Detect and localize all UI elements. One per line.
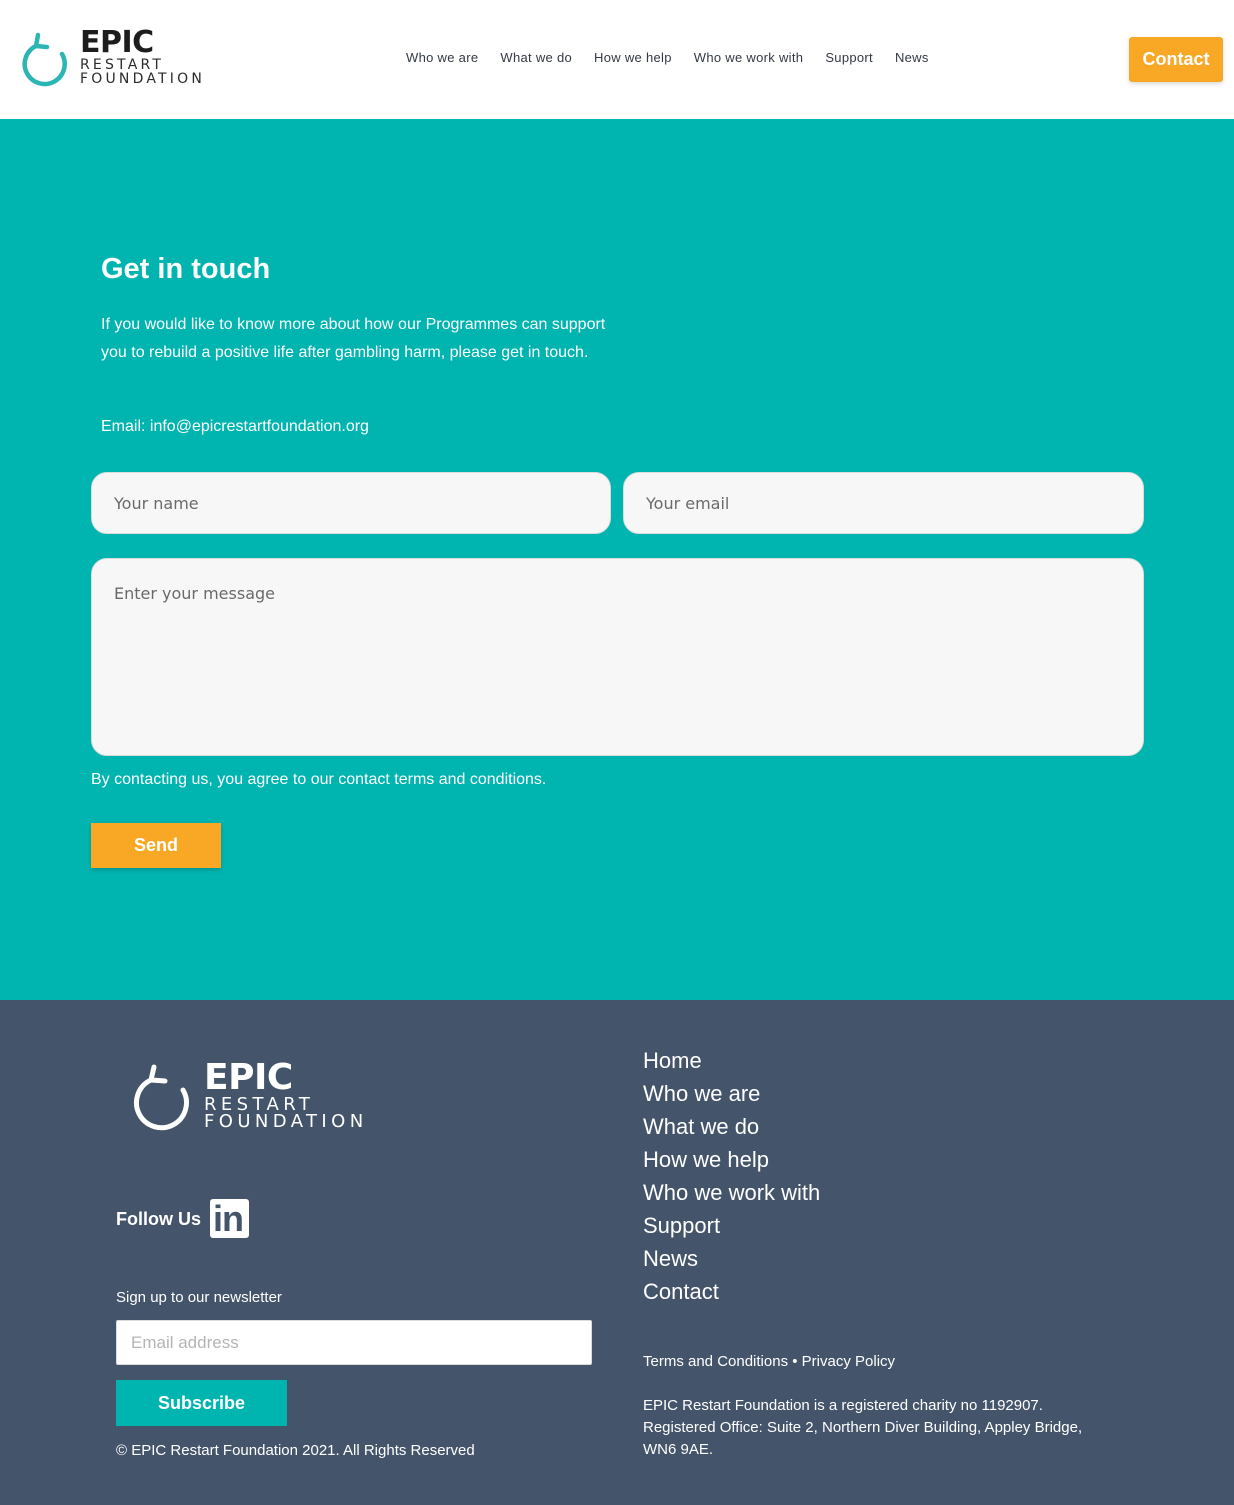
nav-who-we-are[interactable]: Who we are xyxy=(406,50,478,65)
restart-arrow-icon xyxy=(133,1064,189,1131)
site-header: EPIC RESTART FOUNDATION Who we are What … xyxy=(0,0,1234,119)
footer-nav-who-we-are[interactable]: Who we are xyxy=(643,1077,820,1110)
name-input[interactable] xyxy=(91,472,611,534)
email-input[interactable] xyxy=(623,472,1144,534)
charity-line-2: Registered Office: Suite 2, Northern Div… xyxy=(643,1419,1083,1436)
logo-subtitle-restart: RESTART xyxy=(80,57,165,73)
footer-nav-what-we-do[interactable]: What we do xyxy=(643,1110,820,1143)
legal-links: Terms and Conditions • Privacy Policy xyxy=(643,1353,895,1370)
legal-separator: • xyxy=(788,1353,802,1370)
footer-nav: Home Who we are What we do How we help W… xyxy=(643,1044,820,1308)
linkedin-icon-glyph: in xyxy=(213,1198,244,1239)
message-textarea[interactable] xyxy=(91,558,1144,756)
nav-what-we-do[interactable]: What we do xyxy=(500,50,572,65)
footer-logo-wordmark: EPIC xyxy=(204,1057,293,1098)
charity-line-1: EPIC Restart Foundation is a registered … xyxy=(643,1397,1043,1414)
footer-nav-news[interactable]: News xyxy=(643,1242,820,1275)
subscribe-button[interactable]: Subscribe xyxy=(116,1380,287,1426)
nav-support[interactable]: Support xyxy=(825,50,873,65)
newsletter-email-input[interactable] xyxy=(116,1320,592,1365)
footer-nav-who-we-work-with[interactable]: Who we work with xyxy=(643,1176,820,1209)
contact-intro-text: If you would like to know more about how… xyxy=(101,316,606,361)
contact-terms-text: By contacting us, you agree to our conta… xyxy=(91,771,547,788)
copyright-text: © EPIC Restart Foundation 2021. All Righ… xyxy=(116,1442,475,1459)
terms-link[interactable]: Terms and Conditions xyxy=(643,1353,788,1370)
linkedin-icon[interactable]: in xyxy=(210,1198,249,1239)
nav-news[interactable]: News xyxy=(895,50,929,65)
footer-nav-home[interactable]: Home xyxy=(643,1044,820,1077)
privacy-link[interactable]: Privacy Policy xyxy=(802,1353,895,1370)
main-nav: Who we are What we do How we help Who we… xyxy=(406,50,951,65)
send-button[interactable]: Send xyxy=(91,823,221,868)
nav-who-we-work-with[interactable]: Who we work with xyxy=(694,50,804,65)
logo-subtitle-foundation: FOUNDATION xyxy=(80,71,205,87)
footer-nav-contact[interactable]: Contact xyxy=(643,1275,820,1308)
charity-info: EPIC Restart Foundation is a registered … xyxy=(643,1395,1113,1461)
footer-logo-subtitle-foundation: FOUNDATION xyxy=(204,1111,368,1132)
footer-nav-how-we-help[interactable]: How we help xyxy=(643,1143,820,1176)
restart-arrow-icon xyxy=(22,32,67,87)
newsletter-label: Sign up to our newsletter xyxy=(116,1289,282,1306)
logo-wordmark: EPIC xyxy=(80,25,154,60)
contact-title: Get in touch xyxy=(101,253,271,285)
footer-nav-support[interactable]: Support xyxy=(643,1209,820,1242)
nav-how-we-help[interactable]: How we help xyxy=(594,50,672,65)
contact-button[interactable]: Contact xyxy=(1129,37,1223,82)
charity-line-3: WN6 9AE. xyxy=(643,1441,714,1458)
footer-logo[interactable]: EPIC RESTART FOUNDATION xyxy=(132,1060,382,1132)
site-logo[interactable]: EPIC RESTART FOUNDATION xyxy=(22,28,222,92)
follow-us-label: Follow Us xyxy=(116,1209,201,1229)
contact-email-line: Email: info@epicrestartfoundation.org xyxy=(101,418,369,435)
